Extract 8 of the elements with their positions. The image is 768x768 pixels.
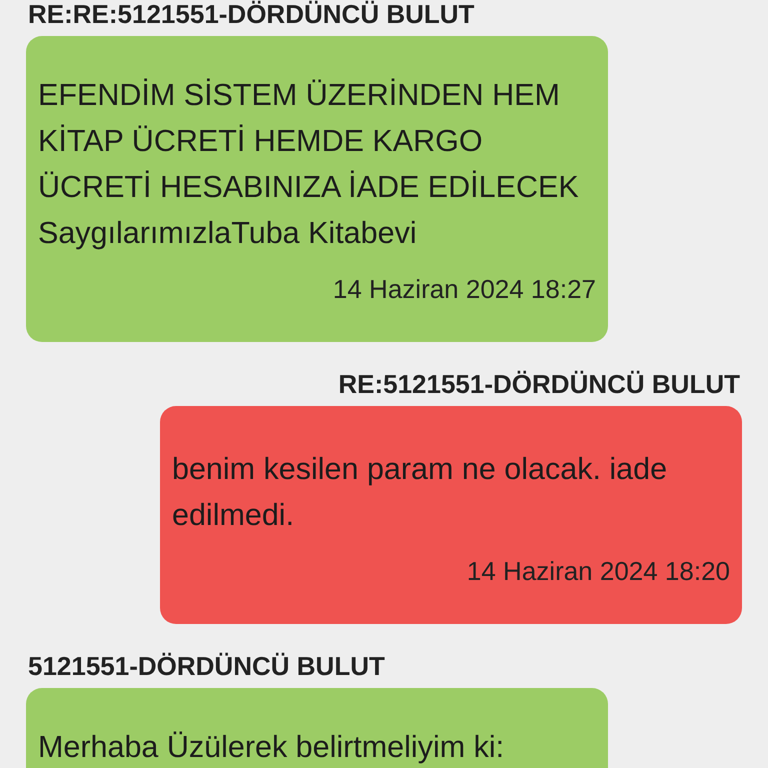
message-text: EFENDİM SİSTEM ÜZERİNDEN HEM KİTAP ÜCRETİ HEMDE KARGO ÜCRETİ HESABINIZA İADE EDİLECEK SaygılarımızlaTuba Kitabevi	[38, 77, 580, 252]
message-subject: RE:5121551-DÖRDÜNCÜ BULUT	[337, 370, 741, 398]
message-timestamp: 14 Haziran 2024 18:27	[332, 274, 596, 304]
message-text: Merhaba Üzülerek belirtmeliyim ki:	[38, 729, 506, 766]
message-text: benim kesilen param ne olacak. iade edilmedi.	[172, 451, 668, 534]
message-subject: 5121551-DÖRDÜNCÜ BULUT	[27, 652, 386, 680]
message-subject: RE:RE:5121551-DÖRDÜNCÜ BULUT	[27, 0, 476, 28]
message-timestamp: 14 Haziran 2024 18:20	[466, 556, 730, 586]
